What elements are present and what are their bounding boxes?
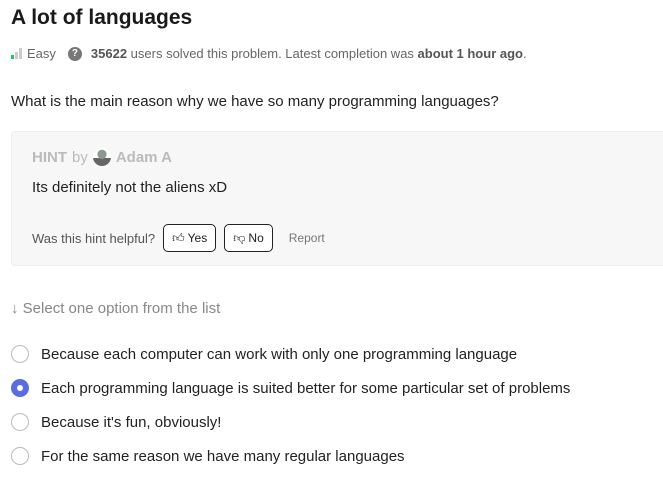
question-text: What is the main reason why we have so m… bbox=[11, 93, 499, 110]
option-4[interactable]: For the same reason we have many regular… bbox=[11, 447, 405, 465]
yes-label: Yes bbox=[187, 231, 208, 245]
radio-button[interactable] bbox=[11, 447, 29, 465]
option-label: Because each computer can work with only… bbox=[41, 345, 518, 363]
avatar[interactable] bbox=[92, 148, 111, 166]
select-instruction: ↓ Select one option from the list bbox=[11, 300, 220, 317]
helpful-question: Was this hint helpful? bbox=[32, 230, 156, 246]
difficulty-label: Easy bbox=[27, 46, 56, 61]
hint-author[interactable]: Adam A bbox=[116, 149, 172, 166]
hint-header: HINT by Adam A bbox=[32, 148, 172, 166]
help-icon[interactable]: ? bbox=[67, 46, 82, 61]
hint-by: by bbox=[72, 148, 88, 166]
option-label: Each programming language is suited bett… bbox=[41, 379, 571, 397]
arrow-down-icon: ↓ bbox=[11, 300, 23, 317]
solved-count: 35622 bbox=[90, 46, 128, 61]
report-link[interactable]: Report bbox=[289, 231, 325, 245]
yes-button[interactable]: 👍︎ Yes bbox=[163, 224, 217, 252]
hint-text: Its definitely not the aliens xD bbox=[32, 179, 228, 196]
radio-button[interactable] bbox=[11, 413, 29, 431]
hint-card: HINT by Adam A Its definitely not the al… bbox=[11, 131, 663, 266]
problem-meta: Easy ? 35622 users solved this problem. … bbox=[11, 46, 527, 61]
thumbs-up-icon: 👍︎ bbox=[172, 230, 185, 245]
radio-button-selected[interactable] bbox=[11, 379, 29, 397]
latest-completion: about 1 hour ago bbox=[417, 46, 523, 61]
no-button[interactable]: 👎︎ No bbox=[224, 224, 273, 252]
option-label: For the same reason we have many regular… bbox=[41, 447, 405, 465]
difficulty-bars-icon bbox=[11, 48, 22, 59]
option-3[interactable]: Because it's fun, obviously! bbox=[11, 413, 221, 431]
no-label: No bbox=[248, 231, 264, 245]
thumbs-down-icon: 👎︎ bbox=[233, 230, 246, 245]
hint-feedback: Was this hint helpful? 👍︎ Yes 👎︎ No Report bbox=[32, 224, 325, 252]
page-title: A lot of languages bbox=[11, 6, 193, 29]
hint-label: HINT bbox=[32, 148, 67, 166]
option-label: Because it's fun, obviously! bbox=[41, 413, 222, 431]
radio-button[interactable] bbox=[11, 345, 29, 363]
option-1[interactable]: Because each computer can work with only… bbox=[11, 345, 517, 363]
meta-end: . bbox=[522, 46, 527, 61]
solved-text: users solved this problem. Latest comple… bbox=[127, 46, 418, 61]
select-instruction-text: Select one option from the list bbox=[22, 300, 221, 317]
option-2[interactable]: Each programming language is suited bett… bbox=[11, 379, 570, 397]
